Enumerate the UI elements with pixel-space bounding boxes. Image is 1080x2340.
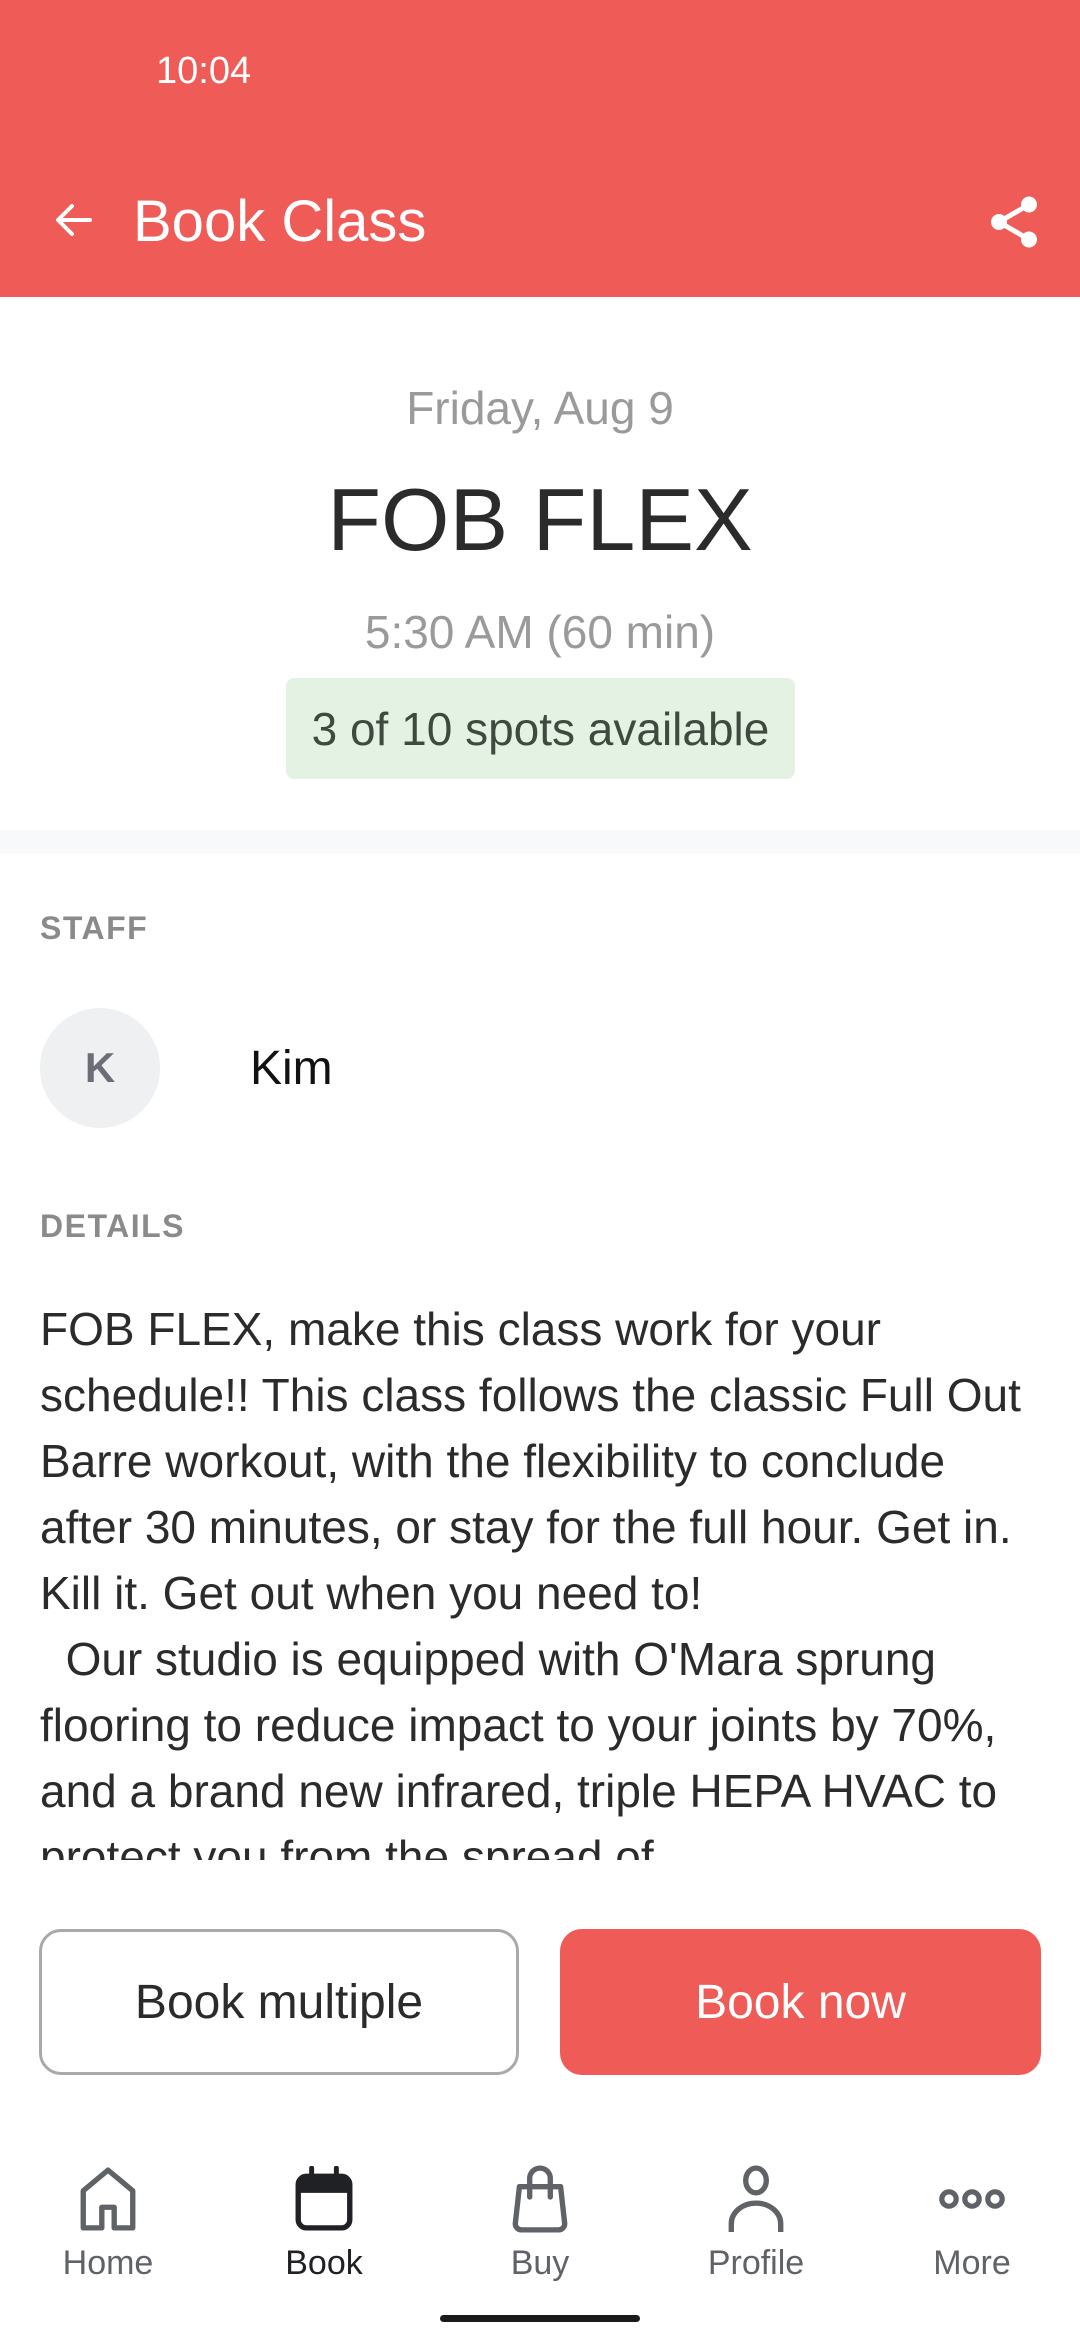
class-name: FOB FLEX: [327, 470, 753, 569]
person-icon: [728, 2165, 784, 2232]
nav-label-more: More: [933, 2244, 1011, 2282]
class-time: 5:30 AM (60 min): [364, 606, 716, 658]
nav-label-home: Home: [62, 2244, 154, 2282]
shopping-bag-icon: [512, 2165, 568, 2233]
calendar-icon: [295, 2166, 353, 2231]
class-description: FOB FLEX, make this class work for your …: [40, 1303, 1021, 1860]
nav-label-profile: Profile: [707, 2244, 805, 2282]
home-icon: [80, 2167, 136, 2231]
staff-avatar: K: [40, 1008, 160, 1128]
details-section-label: DETAILS: [40, 1208, 186, 1244]
app-header: 10:04 Book Class: [0, 0, 1080, 297]
section-divider: [0, 830, 1080, 854]
class-date: Friday, Aug 9: [406, 382, 674, 434]
nav-item-buy[interactable]: Buy: [432, 2140, 648, 2290]
back-button[interactable]: [40, 186, 108, 254]
book-now-button[interactable]: Book now: [560, 1929, 1041, 2075]
home-indicator[interactable]: [440, 2315, 640, 2322]
more-horizontal-icon: [939, 2189, 1005, 2209]
bottom-navigation: Home Book Buy Profile More: [0, 2140, 1080, 2290]
staff-section-label: STAFF: [40, 910, 149, 946]
staff-item[interactable]: K Kim: [40, 1008, 333, 1128]
nav-item-more[interactable]: More: [864, 2140, 1080, 2290]
nav-item-book[interactable]: Book: [216, 2140, 432, 2290]
share-button[interactable]: [976, 184, 1052, 260]
nav-item-home[interactable]: Home: [0, 2140, 216, 2290]
page-title: Book Class: [133, 189, 427, 254]
share-icon: [991, 196, 1037, 248]
nav-label-book: Book: [285, 2244, 363, 2282]
staff-name: Kim: [250, 1041, 333, 1095]
nav-label-buy: Buy: [510, 2244, 570, 2282]
class-summary: Friday, Aug 9 FOB FLEX 5:30 AM (60 min) …: [0, 297, 1080, 830]
book-multiple-button[interactable]: Book multiple: [39, 1929, 519, 2075]
status-bar-time: 10:04: [156, 50, 252, 92]
spots-available-badge: 3 of 10 spots available: [286, 678, 795, 779]
arrow-left-icon: [56, 204, 92, 236]
nav-item-profile[interactable]: Profile: [648, 2140, 864, 2290]
